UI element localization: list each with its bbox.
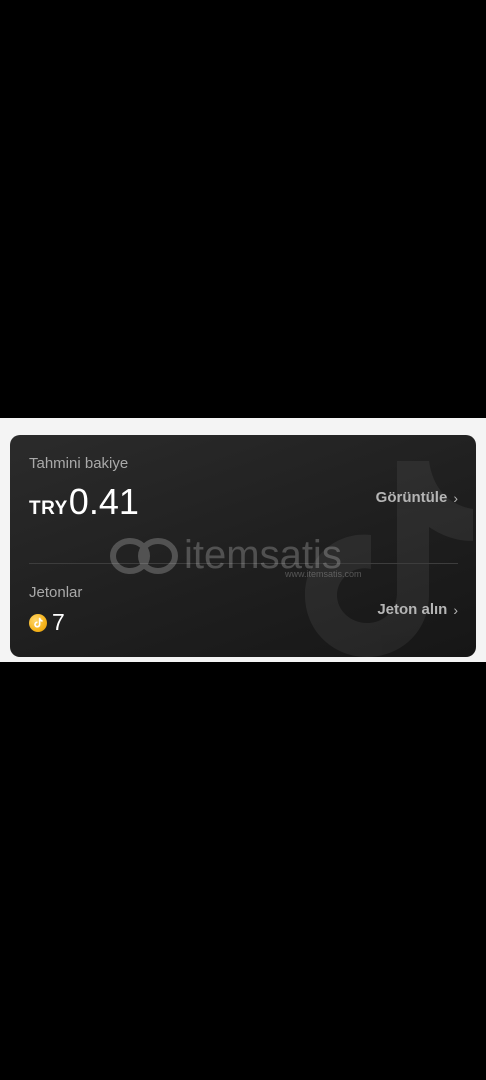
chevron-right-icon: › <box>453 601 458 618</box>
estimated-balance-label: Tahmini bakiye <box>29 455 129 472</box>
coins-label: Jetonlar <box>29 584 83 601</box>
view-balance-link[interactable]: Görüntüle › <box>376 489 458 506</box>
balance-card: Tahmini bakiye TRY 0.41 Görüntüle › Jeto… <box>10 435 476 657</box>
watermark-subtext: www.itemsatis.com <box>285 569 362 579</box>
screen: Tahmini bakiye TRY 0.41 Görüntüle › Jeto… <box>0 0 486 1080</box>
watermark-logo-icon <box>110 537 178 574</box>
estimated-balance-value: TRY 0.41 <box>29 481 139 523</box>
chevron-right-icon: › <box>453 489 458 506</box>
balance-amount: 0.41 <box>68 481 139 522</box>
coins-value: 7 <box>52 609 65 635</box>
get-coins-label: Jeton alın <box>377 601 448 618</box>
view-balance-label: Görüntüle <box>375 489 448 506</box>
coin-icon <box>29 613 47 632</box>
get-coins-link[interactable]: Jeton alın › <box>377 601 458 618</box>
balance-currency: TRY <box>29 498 68 519</box>
coins-balance: 7 <box>29 609 65 636</box>
content-band: Tahmini bakiye TRY 0.41 Görüntüle › Jeto… <box>0 418 486 662</box>
